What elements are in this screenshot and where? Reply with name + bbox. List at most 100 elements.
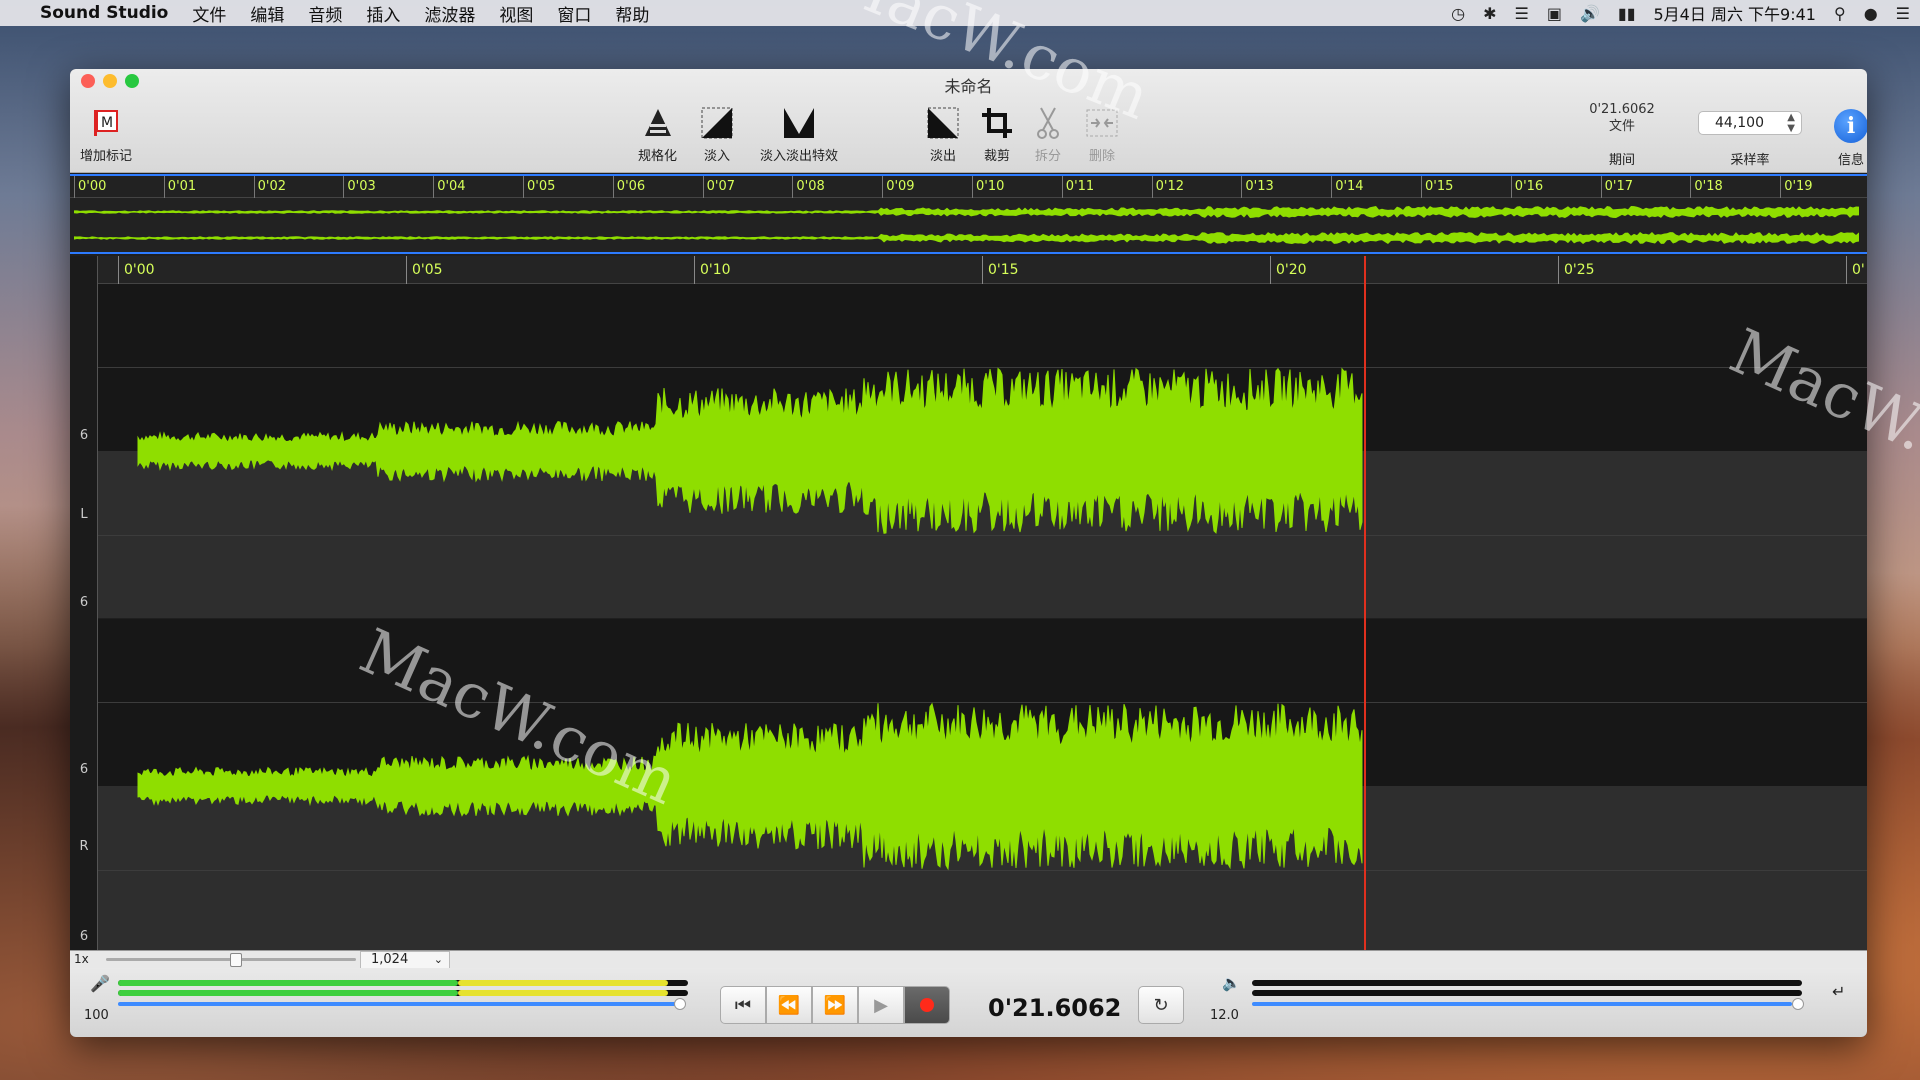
channel-gutter: 6 L 6 6 R 6 <box>70 256 98 1020</box>
db-mark: 6 <box>79 595 89 610</box>
crossfade-button[interactable]: 淡入淡出特效 <box>760 103 838 164</box>
airplay-icon[interactable]: ▣ <box>1547 4 1562 23</box>
fade-in-button[interactable]: 淡入 <box>700 103 734 164</box>
loop-button[interactable]: ↻ <box>1138 986 1184 1024</box>
samples-per-pixel-select[interactable]: 1,024 ⌄ <box>360 951 450 969</box>
ruler-tick: 0'15 <box>982 256 1019 284</box>
overview-tick: 0'00 <box>74 176 106 198</box>
overview-tick-label: 0'06 <box>616 179 646 194</box>
split-button[interactable]: 拆分 <box>1033 103 1063 164</box>
loop-icon: ↻ <box>1153 994 1169 1016</box>
menu-filter[interactable]: 滤波器 <box>424 1 475 26</box>
zoom-slider-knob[interactable] <box>230 953 242 967</box>
overview-tick: 0'11 <box>1061 176 1094 198</box>
timecode-display: 0'21.6062 <box>988 994 1122 1022</box>
battery-icon[interactable]: ▮▮ <box>1618 4 1636 23</box>
normalize-icon <box>641 103 675 143</box>
overview-tick-label: 0'03 <box>347 179 376 194</box>
output-meter-right <box>1252 990 1802 996</box>
ruler-tick-label: 0'10 <box>700 262 731 278</box>
overview-tick-label: 0'18 <box>1694 179 1723 194</box>
spotlight-search-icon[interactable]: ⚲ <box>1834 4 1846 23</box>
duration-readout: 0'21.6062 文件 <box>1589 102 1655 134</box>
timeline-ruler[interactable]: 0'00 0'05 0'10 0'15 0'20 0'25 0' <box>70 256 1867 284</box>
record-icon <box>920 998 934 1012</box>
input-level-value: 100 <box>84 1008 109 1023</box>
input-meter-left <box>118 980 688 986</box>
record-button[interactable] <box>904 986 950 1024</box>
delete-range-icon <box>1085 103 1119 143</box>
crop-button[interactable]: 裁剪 <box>980 103 1014 164</box>
menubar-clock[interactable]: 5月4日 周六 下午9:41 <box>1654 1 1816 25</box>
output-gain-knob[interactable] <box>1792 998 1804 1010</box>
menu-file[interactable]: 文件 <box>192 1 226 26</box>
notification-center-icon[interactable]: ☰ <box>1896 4 1910 23</box>
bluetooth-icon[interactable]: ✱ <box>1483 4 1496 23</box>
ruler-tick: 0' <box>1846 256 1865 284</box>
normalize-button[interactable]: 规格化 <box>638 103 677 164</box>
go-to-start-button[interactable]: ⏮ <box>720 986 766 1024</box>
chevron-down-icon: ⌄ <box>433 953 443 966</box>
marker-flag-icon: M <box>90 103 122 143</box>
input-gain-slider[interactable] <box>118 1002 678 1006</box>
info-icon[interactable]: i <box>1834 109 1867 143</box>
overview-tick-label: 0'01 <box>167 179 197 194</box>
document-window: 未命名 M 增加标记 规格化 淡入 淡入淡出特效 淡出 裁剪 拆分 删除 0'2… <box>70 69 1867 1037</box>
volume-icon[interactable]: 🔊 <box>1580 4 1600 23</box>
ruler-tick-label: 0'15 <box>988 262 1019 278</box>
menu-app-name[interactable]: Sound Studio <box>40 3 168 23</box>
fade-in-icon <box>700 103 734 143</box>
overview-tick: 0'01 <box>163 176 196 198</box>
overview-tick: 0'05 <box>523 176 555 198</box>
overview-tick: 0'07 <box>702 176 735 198</box>
fast-forward-button[interactable]: ⏩ <box>812 986 858 1024</box>
overview-strip[interactable]: 0'00 0'01 0'02 0'03 0'04 0'05 0'06 0'07 0'08 0'09… <box>70 174 1867 254</box>
menu-bar: Sound Studio 文件 编辑 音频 插入 滤波器 视图 窗口 帮助 ◷ … <box>0 0 1920 26</box>
ruler-tick: 0'10 <box>694 256 731 284</box>
overview-tick-label: 0'02 <box>257 179 286 194</box>
rewind-icon: ⏪ <box>777 994 801 1016</box>
toolbar: 未命名 M 增加标记 规格化 淡入 淡入淡出特效 淡出 裁剪 拆分 删除 0'2… <box>70 69 1867 173</box>
db-mark: 6 <box>79 762 89 777</box>
ruler-tick: 0'00 <box>118 256 155 284</box>
overview-tick-label: 0'08 <box>796 179 825 194</box>
skip-back-icon: ⏮ <box>734 994 752 1016</box>
play-button[interactable]: ▶ <box>858 986 904 1024</box>
overview-tick: 0'06 <box>612 176 645 198</box>
delete-button[interactable]: 删除 <box>1085 103 1119 164</box>
fade-out-button[interactable]: 淡出 <box>926 103 960 164</box>
input-meter-right <box>118 990 688 996</box>
sample-rate-select[interactable]: 44,100 ▲ ▼ <box>1698 111 1802 135</box>
return-icon[interactable]: ↵ <box>1832 982 1845 1001</box>
wifi-icon[interactable]: ☰ <box>1515 4 1529 23</box>
speaker-icon: 🔈 <box>1222 974 1241 992</box>
zoom-factor: 1x <box>74 952 89 966</box>
transport-bar: 🎤 100 ⏮ ⏪ ⏩ ▶ 0'21.6062 ↻ 🔈 12.0 ↵ <box>70 968 1867 1037</box>
menu-audio[interactable]: 音频 <box>308 1 342 26</box>
overview-tick: 0'02 <box>253 176 286 198</box>
menu-view[interactable]: 视图 <box>499 1 533 26</box>
menu-window[interactable]: 窗口 <box>557 1 591 26</box>
time-machine-icon[interactable]: ◷ <box>1451 4 1465 23</box>
fade-out-icon <box>926 103 960 143</box>
ruler-tick: 0'20 <box>1270 256 1307 284</box>
ruler-tick-label: 0'05 <box>412 262 443 278</box>
overview-tick: 0'19 <box>1780 176 1813 198</box>
rewind-button[interactable]: ⏪ <box>766 986 812 1024</box>
right-channel-label: R <box>79 839 89 854</box>
add-marker-button[interactable]: M 增加标记 <box>80 103 132 164</box>
playhead[interactable] <box>1364 256 1366 1020</box>
overview-tick-label: 0'09 <box>886 179 915 194</box>
crossfade-icon <box>782 103 816 143</box>
sample-rate-label: 采样率 <box>1730 153 1770 168</box>
overview-tick-label: 0'10 <box>976 179 1005 194</box>
menu-help[interactable]: 帮助 <box>615 1 649 26</box>
overview-tick-label: 0'00 <box>78 179 107 194</box>
input-gain-knob[interactable] <box>674 998 686 1010</box>
siri-icon[interactable]: ● <box>1864 4 1878 23</box>
info-label: 信息 <box>1837 153 1864 168</box>
menu-edit[interactable]: 编辑 <box>250 1 284 26</box>
menu-insert[interactable]: 插入 <box>366 1 400 26</box>
output-gain-slider[interactable] <box>1252 1002 1792 1006</box>
waveform-area[interactable] <box>98 284 1867 1020</box>
